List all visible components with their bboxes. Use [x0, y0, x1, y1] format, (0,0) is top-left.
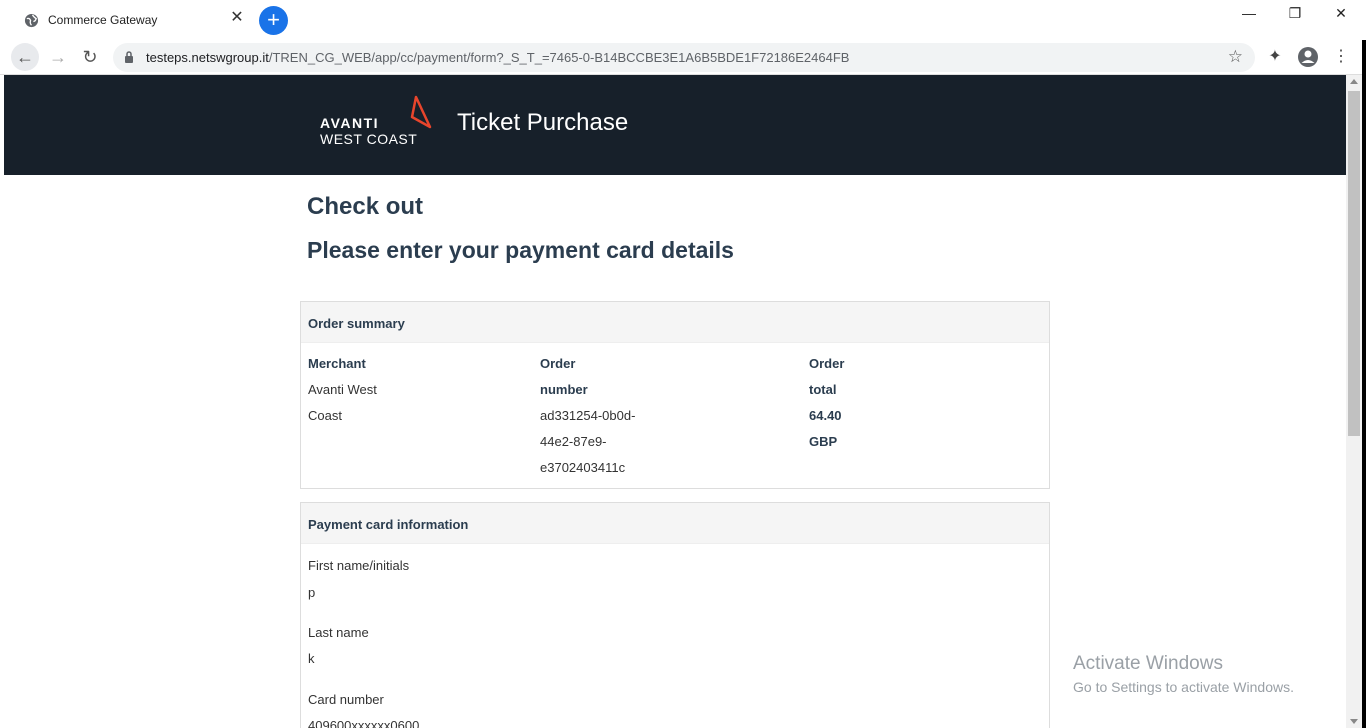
merchant-value-line2: Coast [308, 408, 342, 423]
card-number-field[interactable]: 409600xxxxxx0600 [308, 718, 419, 728]
payment-card-title: Payment card information [301, 503, 1049, 544]
merchant-column: Merchant Avanti West Coast [308, 351, 377, 429]
restore-icon[interactable]: ❐ [1285, 4, 1305, 24]
close-tab-icon[interactable]: ✕ [229, 10, 245, 26]
lock-icon [125, 51, 133, 63]
brand-line1: AVANTI [320, 115, 380, 131]
globe-icon [24, 13, 39, 28]
minimize-icon[interactable]: — [1239, 4, 1259, 24]
bookmark-star-icon[interactable]: ☆ [1228, 47, 1243, 67]
menu-kebab-icon[interactable]: ⋮ [1328, 44, 1354, 70]
first-name-label: First name/initials [308, 558, 410, 573]
page-header-title: Ticket Purchase [457, 109, 629, 136]
brand-line2: WEST COAST [320, 131, 418, 147]
last-name-field[interactable]: k [308, 651, 315, 666]
extensions-icon[interactable]: ✦ [1262, 44, 1288, 70]
new-tab-button[interactable]: + [259, 6, 288, 35]
page-scrollbar[interactable] [1346, 75, 1362, 728]
avanti-logo: AVANTI WEST COAST [320, 95, 435, 150]
page-viewport: AVANTI WEST COAST Ticket Purchase Check … [4, 75, 1346, 728]
page-title: Check out [307, 193, 424, 220]
logo-mark-icon [410, 95, 432, 129]
order-number-label-line2: number [540, 382, 588, 397]
url-path: /TREN_CG_WEB/app/cc/payment/form?_S_T_=7… [268, 50, 850, 65]
order-number-column: Order number ad331254-0b0d- 44e2-87e9- e… [540, 351, 635, 481]
page-subtitle: Please enter your payment card details [307, 237, 734, 263]
windows-activation-watermark: Activate Windows Go to Settings to activ… [1073, 653, 1294, 695]
order-total-currency: GBP [809, 434, 838, 449]
site-header: AVANTI WEST COAST Ticket Purchase [4, 75, 1346, 175]
merchant-value-line1: Avanti West [308, 382, 377, 397]
browser-toolbar: ← → ↻ testeps.netswgroup.it/TREN_CG_WEB/… [0, 40, 1366, 75]
order-total-column: Order total 64.40 GBP [809, 351, 844, 455]
window-edge [1362, 40, 1366, 728]
payment-card-panel: Payment card information First name/init… [300, 502, 1050, 728]
close-window-icon[interactable]: ✕ [1331, 4, 1351, 24]
order-total-amount: 64.40 [809, 408, 842, 423]
url-text: testeps.netswgroup.it/TREN_CG_WEB/app/cc… [146, 50, 849, 65]
reload-icon[interactable]: ↻ [76, 43, 104, 71]
order-summary-title: Order summary [301, 302, 1049, 343]
order-summary-panel: Order summary Merchant Avanti West Coast… [300, 301, 1050, 489]
browser-tabbar: Commerce Gateway ✕ + — ❐ ✕ [0, 0, 1366, 40]
scroll-down-icon[interactable] [1350, 719, 1358, 724]
order-number-line1: ad331254-0b0d- [540, 408, 636, 423]
watermark-line2: Go to Settings to activate Windows. [1073, 679, 1294, 695]
tab-title: Commerce Gateway [48, 13, 158, 27]
order-total-label-line1: Order [809, 356, 845, 371]
scrollbar-thumb[interactable] [1348, 91, 1360, 436]
merchant-label: Merchant [308, 356, 366, 371]
browser-tab[interactable]: Commerce Gateway ✕ [14, 4, 254, 38]
address-bar[interactable]: testeps.netswgroup.it/TREN_CG_WEB/app/cc… [113, 43, 1255, 72]
order-number-line3: e3702403411c [540, 460, 626, 475]
profile-icon[interactable] [1295, 44, 1321, 70]
scroll-up-icon[interactable] [1350, 79, 1358, 84]
watermark-line1: Activate Windows [1073, 653, 1223, 674]
order-total-label-line2: total [809, 382, 837, 397]
back-arrow-icon[interactable]: ← [11, 43, 39, 71]
order-number-label-line1: Order [540, 356, 576, 371]
last-name-label: Last name [308, 625, 369, 640]
url-host: testeps.netswgroup.it [146, 50, 269, 65]
first-name-field[interactable]: p [308, 585, 315, 600]
card-number-label: Card number [308, 692, 384, 707]
order-number-line2: 44e2-87e9- [540, 434, 607, 449]
forward-arrow-icon[interactable]: → [44, 43, 72, 71]
